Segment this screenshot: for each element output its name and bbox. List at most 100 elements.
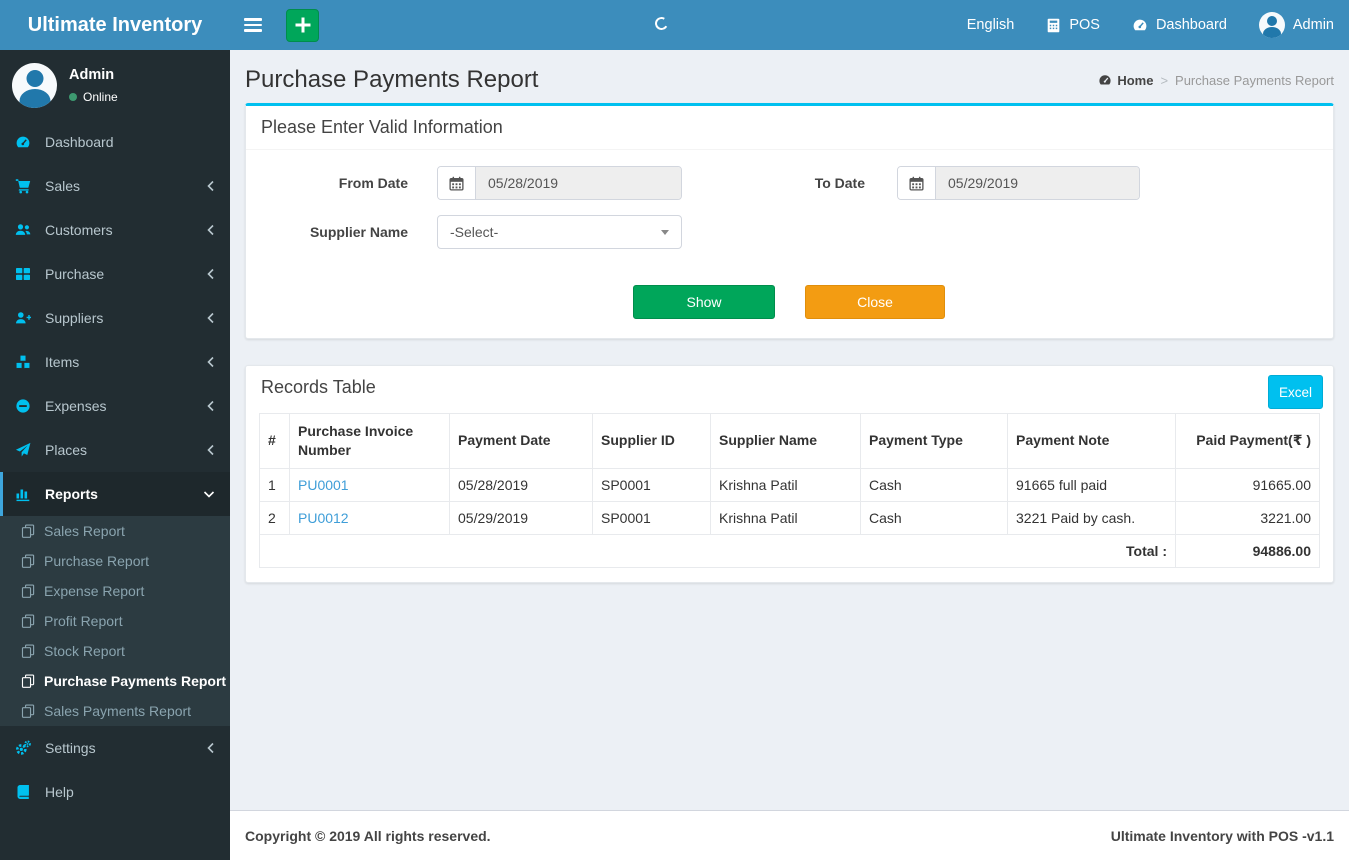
copy-icon xyxy=(21,704,35,718)
invoice-link[interactable]: PU0012 xyxy=(298,510,349,526)
users-icon xyxy=(15,222,38,238)
col-header-invoice: Purchase Invoice Number xyxy=(289,413,450,469)
language-label: English xyxy=(966,17,1015,33)
language-menu[interactable]: English xyxy=(951,0,1031,50)
sidebar-avatar xyxy=(12,63,57,108)
to-date-group xyxy=(897,166,1140,200)
breadcrumb-home-label: Home xyxy=(1117,72,1154,88)
sidebar-item-customers[interactable]: Customers xyxy=(0,208,230,252)
sidebar: Admin Online Dashboard Sales Customers P… xyxy=(0,50,230,860)
records-box-header: Records Table Excel xyxy=(246,366,1333,409)
pos-link[interactable]: POS xyxy=(1030,0,1116,50)
submenu-item-expense-report[interactable]: Expense Report xyxy=(0,576,230,606)
filter-box-title: Please Enter Valid Information xyxy=(246,106,1333,150)
app-window: Ultimate Inventory English POS Dashboard… xyxy=(0,0,1349,860)
dashboard-link[interactable]: Dashboard xyxy=(1116,0,1243,50)
sidebar-item-label: Places xyxy=(45,442,88,458)
calculator-icon xyxy=(1048,18,1060,32)
sidebar-item-label: Items xyxy=(45,354,80,370)
sidebar-item-help[interactable]: Help xyxy=(0,770,230,814)
table-header-row: # Purchase Invoice Number Payment Date S… xyxy=(259,413,1320,469)
user-avatar xyxy=(1258,12,1285,38)
sidebar-item-sales[interactable]: Sales xyxy=(0,164,230,208)
user-label: Admin xyxy=(1292,17,1334,33)
table-row: 1 PU0001 05/28/2019 SP0001 Krishna Patil… xyxy=(259,467,1320,502)
sidebar-item-label: Purchase xyxy=(45,266,105,282)
cell-supplier-name: Krishna Patil xyxy=(710,467,861,502)
submenu-item-sales-payments-report[interactable]: Sales Payments Report xyxy=(0,696,230,726)
table-row: 2 PU0012 05/29/2019 SP0001 Krishna Patil… xyxy=(259,500,1320,535)
sidebar-item-purchase[interactable]: Purchase xyxy=(0,252,230,296)
page-title: Purchase Payments Report xyxy=(245,66,539,93)
cell-payment-note: 3221 Paid by cash. xyxy=(1007,500,1176,535)
sidebar-toggle-button[interactable] xyxy=(230,0,276,50)
plus-icon xyxy=(295,17,310,33)
breadcrumb-separator: > xyxy=(1160,72,1169,88)
top-navbar: Ultimate Inventory English POS Dashboard… xyxy=(0,0,1349,50)
minus-circle-icon xyxy=(15,398,38,414)
user-plus-icon xyxy=(15,310,38,326)
calendar-icon[interactable] xyxy=(438,167,476,199)
sidebar-item-places[interactable]: Places xyxy=(0,428,230,472)
chevron-left-icon xyxy=(206,356,215,368)
sidebar-item-expenses[interactable]: Expenses xyxy=(0,384,230,428)
sidebar-item-label: Expenses xyxy=(45,398,107,414)
app-logo[interactable]: Ultimate Inventory xyxy=(0,0,230,50)
chevron-left-icon xyxy=(206,400,215,412)
col-header-paid-payment: Paid Payment(₹ ) xyxy=(1175,413,1320,469)
records-box-title: Records Table xyxy=(261,377,376,397)
footer-copyright: Copyright © 2019 All rights reserved. xyxy=(245,827,491,844)
from-date-label: From Date xyxy=(338,175,408,191)
tachometer-icon xyxy=(1133,19,1147,31)
submenu-item-label: Purchase Report xyxy=(44,553,150,569)
excel-export-button[interactable]: Excel xyxy=(1268,375,1323,409)
sidebar-item-label: Sales xyxy=(45,178,81,194)
chevron-left-icon xyxy=(206,224,215,236)
sidebar-item-items[interactable]: Items xyxy=(0,340,230,384)
cell-payment-note: 91665 full paid xyxy=(1007,467,1176,502)
submenu-item-label: Sales Report xyxy=(44,523,125,539)
sidebar-item-reports[interactable]: Reports xyxy=(0,472,230,516)
records-table: # Purchase Invoice Number Payment Date S… xyxy=(259,413,1320,568)
breadcrumb-home[interactable]: Home xyxy=(1098,73,1153,88)
copy-icon xyxy=(21,554,35,568)
sidebar-item-settings[interactable]: Settings xyxy=(0,726,230,770)
sidebar-item-suppliers[interactable]: Suppliers xyxy=(0,296,230,340)
main-content: Purchase Payments Report Home > Purchase… xyxy=(230,50,1349,860)
user-menu[interactable]: Admin xyxy=(1243,0,1349,50)
total-label: Total : xyxy=(259,533,1176,568)
supplier-select[interactable]: -Select- xyxy=(437,215,682,249)
quick-add-button[interactable] xyxy=(286,8,319,42)
chevron-down-icon xyxy=(203,490,215,499)
col-header-supplier-id: Supplier ID xyxy=(592,413,711,469)
table-total-row: Total : 94886.00 xyxy=(259,533,1320,568)
tachometer-icon xyxy=(1099,75,1111,85)
cell-paid-payment: 3221.00 xyxy=(1175,500,1320,535)
to-date-input[interactable] xyxy=(936,167,1139,199)
close-button[interactable]: Close xyxy=(805,285,945,319)
sidebar-item-dashboard[interactable]: Dashboard xyxy=(0,120,230,164)
submenu-item-profit-report[interactable]: Profit Report xyxy=(0,606,230,636)
copy-icon xyxy=(21,584,35,598)
sidebar-user-status[interactable]: Online xyxy=(69,90,118,104)
grid-icon xyxy=(15,266,38,282)
sidebar-menu: Dashboard Sales Customers Purchase Suppl… xyxy=(0,120,230,814)
footer-version: Ultimate Inventory with POS -v1.1 xyxy=(1110,827,1334,844)
submenu-item-sales-report[interactable]: Sales Report xyxy=(0,516,230,546)
moon-icon[interactable] xyxy=(653,15,670,32)
from-date-input[interactable] xyxy=(476,167,681,199)
submenu-item-stock-report[interactable]: Stock Report xyxy=(0,636,230,666)
submenu-item-purchase-payments-report[interactable]: Purchase Payments Report xyxy=(0,666,230,696)
submenu-item-purchase-report[interactable]: Purchase Report xyxy=(0,546,230,576)
sidebar-item-label: Reports xyxy=(45,486,98,502)
records-box: Records Table Excel # Purchase Invoice N… xyxy=(245,365,1334,583)
calendar-icon[interactable] xyxy=(898,167,936,199)
submenu-item-label: Sales Payments Report xyxy=(44,703,192,719)
dashboard-label: Dashboard xyxy=(1155,17,1227,33)
show-button[interactable]: Show xyxy=(633,285,775,319)
filter-box: Please Enter Valid Information From Date… xyxy=(245,103,1334,339)
invoice-link[interactable]: PU0001 xyxy=(298,477,349,493)
submenu-item-label: Purchase Payments Report xyxy=(44,673,227,689)
supplier-select-value: -Select- xyxy=(450,224,499,240)
cell-payment-date: 05/28/2019 xyxy=(449,467,593,502)
